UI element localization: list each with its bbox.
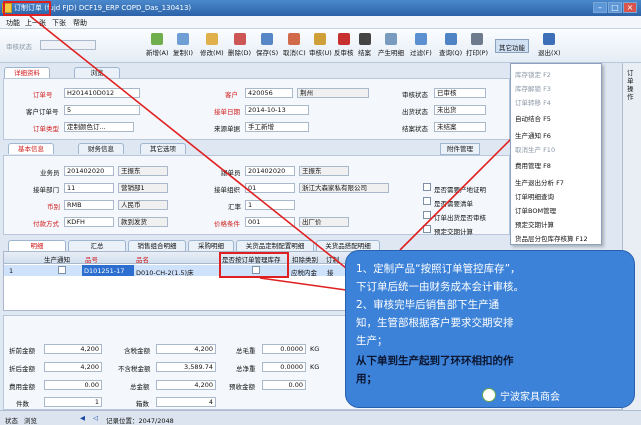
wechat-icon [482, 388, 496, 402]
prev-record-button[interactable]: ◁ [93, 414, 98, 422]
watermark-text: 宁波家具商会 [500, 392, 560, 403]
menu-item-production-notice[interactable]: 生产通知 F6 [515, 130, 551, 140]
prepaid-label: 预收金额 [229, 383, 255, 391]
tax-excl-field: 3,589.74 [156, 362, 216, 372]
menu-item-lock-stock[interactable]: 库存锁定 F2 [515, 69, 551, 79]
tax-incl-field: 4,200 [156, 344, 216, 354]
callout-line-1: 1、定制产品“按照订单管控库存”， [356, 263, 521, 275]
pre-discount-field: 4,200 [44, 344, 102, 354]
boxes-label: 箱数 [136, 400, 149, 408]
callout-line-6: 从下单到生产起到了环环相扣的作 [356, 355, 514, 367]
menu-item-unlock-stock[interactable]: 库存解锁 F3 [515, 83, 551, 93]
menu-item-fee-management[interactable]: 费用管理 F8 [515, 160, 551, 170]
tax-incl-label: 含税金额 [124, 347, 150, 355]
menu-item-stock-accounting[interactable]: 货品层分包库存核算 F12 [515, 233, 588, 243]
post-discount-field: 4,200 [44, 362, 102, 372]
post-discount-label: 折后金额 [9, 365, 35, 373]
boxes-field: 4 [156, 397, 216, 407]
pieces-field: 1 [44, 397, 102, 407]
arrow-line-3 [399, 137, 513, 251]
menu-item-due-calc[interactable]: 预定交期计算 [515, 219, 554, 229]
status-state-label: 状态 [5, 417, 18, 425]
status-state: 浏览 [24, 417, 37, 425]
annotation-callout: 1、定制产品“按照订单管控库存”， 下订单后统一由财务成本会计审核。 2、审核完… [345, 250, 635, 408]
callout-line-7: 用； [356, 373, 377, 385]
callout-line-2: 下订单后统一由财务成本会计审核。 [356, 281, 524, 293]
prepaid-field: 0.00 [262, 380, 306, 390]
fee-field: 0.00 [44, 380, 102, 390]
record-position: 记录位置：2047/2048 [106, 417, 174, 425]
right-side-label: 订单操作 [627, 69, 634, 101]
arrow-line-2 [259, 277, 347, 291]
callout-line-4: 知，生管部根据客户要求交期安排 [356, 317, 514, 329]
net-weight-label: 总净重 [236, 365, 256, 373]
pre-discount-label: 折前金额 [9, 347, 35, 355]
menu-item-transfer[interactable]: 订单转移 F4 [515, 97, 551, 107]
total-amount-field: 4,200 [156, 380, 216, 390]
other-functions-menu: 库存锁定 F2 库存解锁 F3 订单转移 F4 自动结合 F5 生产通知 F6 … [510, 63, 602, 245]
fee-label: 费用金额 [9, 383, 35, 391]
callout-line-3: 2、审核完毕后销售部下生产通 [356, 299, 500, 311]
net-weight-unit: KG [310, 363, 320, 371]
net-weight-field: 0.0000 [262, 362, 306, 372]
callout-line-5: 生产； [356, 335, 388, 347]
tax-excl-label: 不含税金额 [118, 365, 151, 373]
pieces-label: 件数 [16, 400, 29, 408]
gross-weight-unit: KG [310, 345, 320, 353]
gross-weight-field: 0.0000 [262, 344, 306, 354]
status-bar: 状态 浏览 ◀ ◁ 记录位置：2047/2048 [0, 410, 641, 425]
menu-item-production-exit[interactable]: 生产退出分析 F7 [515, 177, 564, 187]
arrow-line-1 [29, 15, 347, 269]
first-record-button[interactable]: ◀ [80, 414, 85, 422]
menu-item-order-bom[interactable]: 订单BOM管理 [515, 205, 556, 215]
menu-item-cancel-production[interactable]: 取消生产 F10 [515, 144, 555, 154]
total-amount-label: 总金额 [130, 383, 150, 391]
gross-weight-label: 总毛重 [236, 347, 256, 355]
menu-item-auto-combine[interactable]: 自动结合 F5 [515, 113, 551, 123]
menu-item-order-detail-query[interactable]: 订单明细查询 [515, 191, 554, 201]
